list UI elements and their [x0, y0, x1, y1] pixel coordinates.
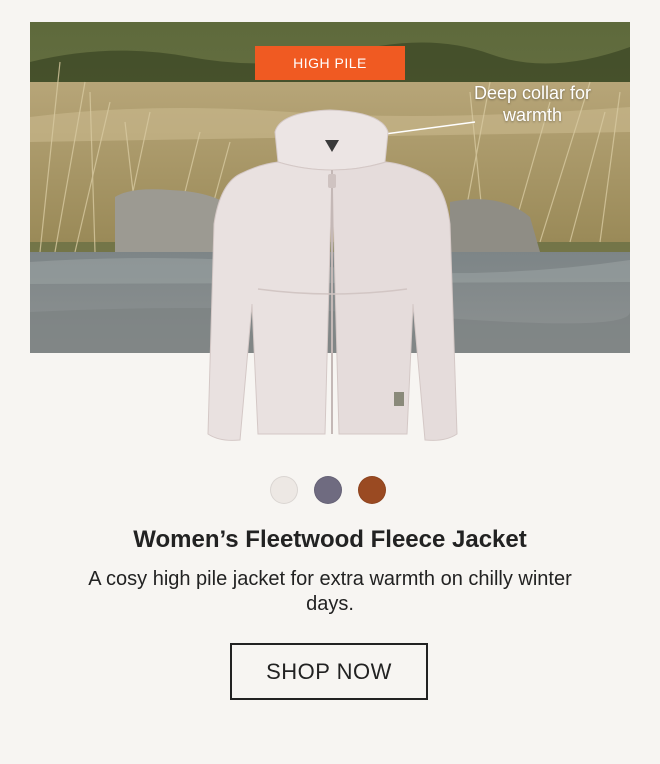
- high-pile-badge: HIGH PILE: [255, 46, 405, 80]
- shop-now-button[interactable]: SHOP NOW: [230, 643, 428, 700]
- color-swatches: [270, 476, 390, 506]
- swatch-cream[interactable]: [270, 476, 298, 504]
- swatch-rust-brown[interactable]: [358, 476, 386, 504]
- product-description: A cosy high pile jacket for extra warmth…: [88, 568, 572, 615]
- jacket-image: [207, 109, 458, 441]
- collar-callout-label: Deep collar for warmth: [473, 83, 592, 125]
- product-title: Women’s Fleetwood Fleece Jacket: [133, 526, 527, 553]
- swatch-slate-purple[interactable]: [314, 476, 342, 504]
